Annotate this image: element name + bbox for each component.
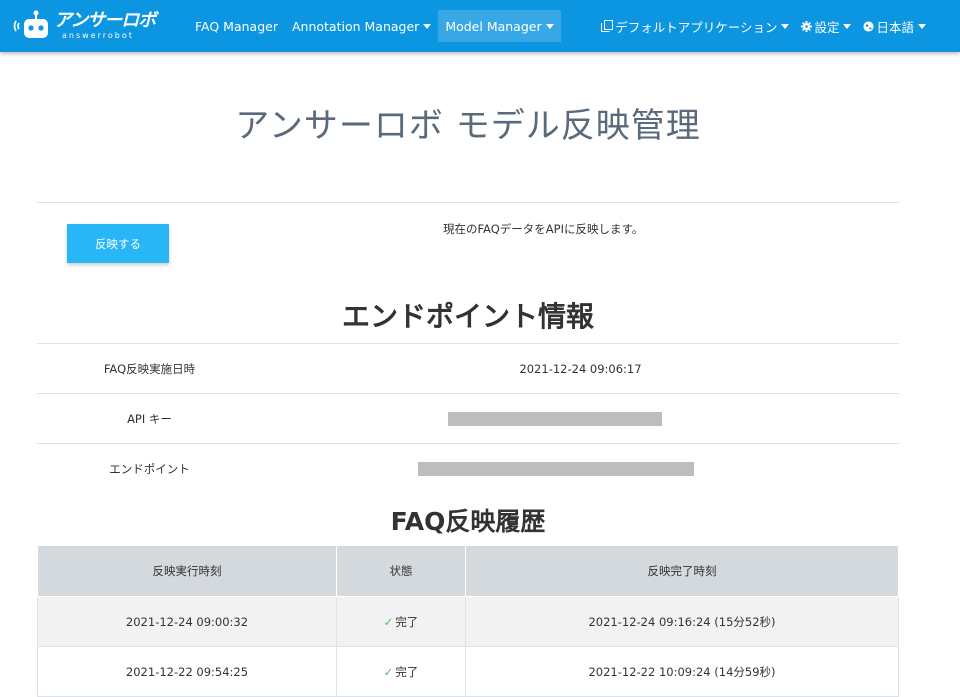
- caret-down-icon: [918, 23, 926, 29]
- history-status: ✓ 完了: [336, 646, 466, 697]
- main-content: アンサーロボ モデル反映管理 反映する 現在のFAQデータをAPIに反映します。…: [37, 52, 899, 697]
- table-row: FAQ反映実施日時 2021-12-24 09:06:17: [37, 343, 899, 394]
- globe-icon: [863, 20, 875, 32]
- info-value-reflect-datetime: 2021-12-24 09:06:17: [262, 343, 899, 394]
- history-table: 反映実行時刻 状態 反映完了時刻 2021-12-24 09:00:32 ✓ 完了…: [37, 545, 899, 697]
- caret-down-icon: [843, 23, 852, 29]
- table-row: 2021-12-22 09:54:25 ✓ 完了 2021-12-22 10:09…: [37, 646, 899, 697]
- nav-default-app[interactable]: デフォルトアプリケーション: [595, 10, 795, 42]
- table-header-row: 反映実行時刻 状態 反映完了時刻: [37, 545, 899, 597]
- brand-name: アンサーロボ: [54, 10, 156, 31]
- history-end-time: 2021-12-24 09:16:24 (15分52秒): [465, 596, 899, 647]
- history-status-label: 完了: [395, 614, 419, 629]
- reflect-description: 現在のFAQデータをAPIに反映します。: [443, 222, 644, 236]
- nav-model-manager[interactable]: Model Manager: [438, 10, 561, 42]
- nav-language-label: 日本語: [876, 19, 914, 35]
- endpoint-section-title: エンドポイント情報: [341, 300, 594, 333]
- nav-settings-label: 設定: [814, 19, 840, 35]
- table-row: 2021-12-24 09:00:32 ✓ 完了 2021-12-24 09:16…: [37, 596, 899, 647]
- info-value-endpoint: [262, 443, 899, 493]
- info-label: API キー: [37, 393, 262, 444]
- nav-model-manager-label: Model Manager: [445, 18, 542, 34]
- history-end-time: 2021-12-22 10:09:24 (14分59秒): [465, 646, 899, 697]
- check-icon: ✓: [383, 614, 394, 629]
- info-label: FAQ反映実施日時: [37, 343, 262, 394]
- column-header-start[interactable]: 反映実行時刻: [37, 545, 337, 597]
- caret-down-icon: [545, 23, 554, 29]
- redacted-api-key: [447, 411, 662, 426]
- nav-annotation-manager[interactable]: Annotation Manager: [285, 10, 438, 42]
- nav-settings[interactable]: 設定: [795, 10, 857, 42]
- nav-language[interactable]: 日本語: [857, 10, 932, 42]
- copy-icon: [601, 20, 614, 32]
- page-title: アンサーロボ モデル反映管理: [235, 106, 701, 146]
- caret-down-icon: [423, 23, 432, 29]
- caret-down-icon: [781, 23, 790, 29]
- brand-sub: answerrobot: [62, 31, 134, 40]
- nav-annotation-manager-label: Annotation Manager: [291, 18, 420, 34]
- reflect-button[interactable]: 反映する: [67, 224, 169, 263]
- redacted-endpoint: [417, 461, 694, 476]
- history-status-label: 完了: [395, 664, 419, 679]
- navbar: アンサーロボ answerrobot FAQ Manager Annotatio…: [0, 0, 960, 52]
- column-header-end[interactable]: 反映完了時刻: [465, 545, 899, 597]
- table-row: エンドポイント: [37, 443, 899, 493]
- nav-faq-manager-label: FAQ Manager: [195, 18, 278, 34]
- column-header-status[interactable]: 状態: [336, 545, 466, 597]
- endpoint-info-table: FAQ反映実施日時 2021-12-24 09:06:17 API キー エンド…: [37, 343, 899, 493]
- history-section-title: FAQ反映履歴: [390, 507, 546, 536]
- reflect-section: 反映する 現在のFAQデータをAPIに反映します。: [37, 203, 899, 291]
- history-status: ✓ 完了: [336, 596, 466, 647]
- info-value-api-key: [262, 393, 899, 444]
- history-start-time: 2021-12-24 09:00:32: [37, 596, 337, 647]
- gear-icon: [801, 20, 813, 32]
- robot-logo-icon: [13, 10, 48, 38]
- nav-faq-manager[interactable]: FAQ Manager: [188, 10, 285, 42]
- info-label: エンドポイント: [37, 443, 262, 493]
- brand-logo[interactable]: アンサーロボ answerrobot: [12, 8, 162, 44]
- check-icon: ✓: [383, 664, 394, 679]
- history-start-time: 2021-12-22 09:54:25: [37, 646, 337, 697]
- nav-default-app-label: デフォルトアプリケーション: [615, 19, 778, 35]
- table-row: API キー: [37, 393, 899, 444]
